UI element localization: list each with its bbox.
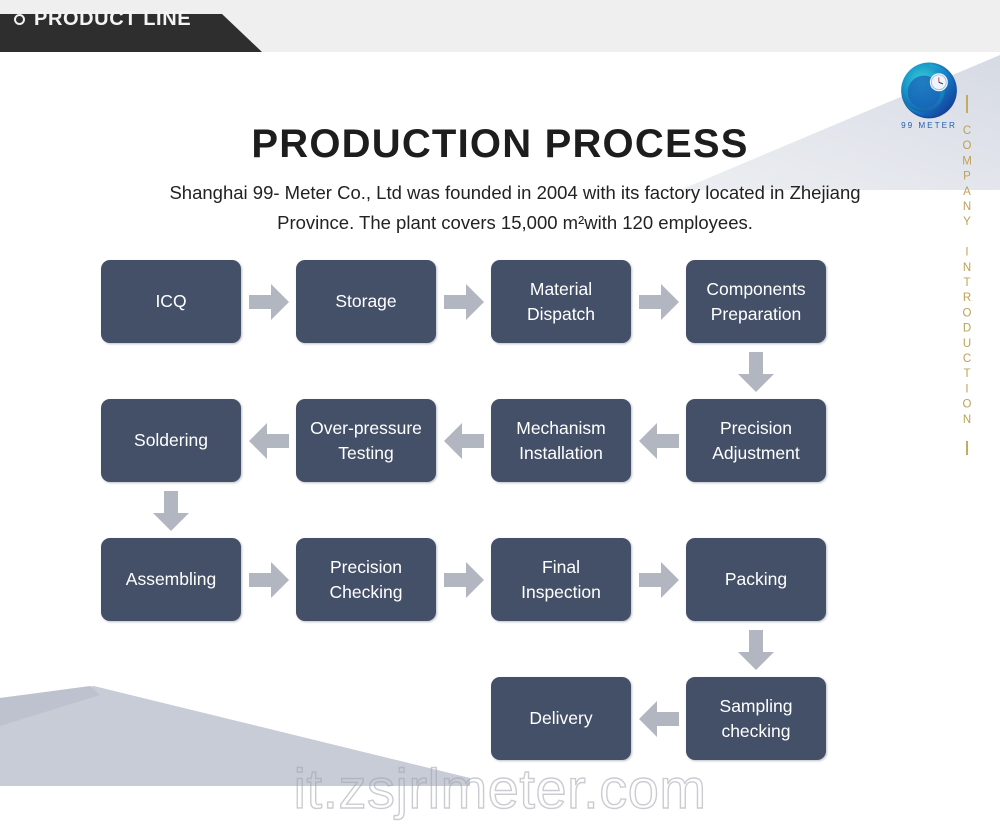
process-node-soldering[interactable]: Soldering — [101, 399, 241, 482]
flow-arrow-components-to-precision-adj — [738, 352, 774, 392]
process-node-label: Mechanism Installation — [516, 417, 606, 463]
process-node-label: Final Inspection — [521, 556, 601, 602]
process-node-storage[interactable]: Storage — [296, 260, 436, 343]
process-node-label: Material Dispatch — [526, 278, 596, 324]
flow-arrow-sampling-to-delivery — [639, 701, 679, 737]
flow-arrow-soldering-to-assembling — [153, 491, 189, 531]
flow-arrow-material-to-components — [639, 284, 679, 320]
process-node-final-insp[interactable]: Final Inspection — [491, 538, 631, 621]
flow-arrow-storage-to-material — [444, 284, 484, 320]
process-node-assembling[interactable]: Assembling — [101, 538, 241, 621]
process-node-label: ICQ — [155, 291, 187, 311]
flow-arrow-assembling-to-precision-chk — [249, 562, 289, 598]
process-node-components[interactable]: Components Preparation — [686, 260, 826, 343]
product-line-slide: PRODUCT LINE 99 METER COMPANY INTRODUCTI… — [0, 0, 1000, 832]
flow-arrow-icq-to-storage — [249, 284, 289, 320]
flow-arrow-overpressure-to-soldering — [249, 423, 289, 459]
process-node-precision-adj[interactable]: Precision Adjustment — [686, 399, 826, 482]
flow-arrow-packing-to-sampling — [738, 630, 774, 670]
production-process-flowchart: ICQ Storage Material Dispatch Components Pr… — [0, 0, 1000, 832]
flow-arrow-precision-adj-to-mechanism — [639, 423, 679, 459]
process-node-label: Sampling checking — [719, 695, 793, 741]
process-node-icq[interactable]: ICQ — [101, 260, 241, 343]
process-node-sampling[interactable]: Sampling checking — [686, 677, 826, 760]
process-node-label: Soldering — [134, 430, 208, 450]
process-node-packing[interactable]: Packing — [686, 538, 826, 621]
process-node-label: Over-pressure Testing — [310, 417, 422, 463]
process-node-label: Delivery — [529, 708, 593, 728]
process-node-mechanism[interactable]: Mechanism Installation — [491, 399, 631, 482]
process-node-delivery[interactable]: Delivery — [491, 677, 631, 760]
process-node-material[interactable]: Material Dispatch — [491, 260, 631, 343]
process-node-label: Storage — [335, 291, 397, 311]
process-node-label: Assembling — [125, 569, 217, 589]
process-node-precision-chk[interactable]: Precision Checking — [296, 538, 436, 621]
process-node-overpressure[interactable]: Over-pressure Testing — [296, 399, 436, 482]
site-watermark: it.zsjrlmeter.com — [293, 756, 707, 820]
process-node-label: Components Preparation — [706, 278, 806, 324]
flow-arrow-mechanism-to-overpressure — [444, 423, 484, 459]
flow-arrow-precision-chk-to-final — [444, 562, 484, 598]
flow-arrow-final-to-packing — [639, 562, 679, 598]
process-node-label: Precision Adjustment — [712, 417, 800, 463]
process-node-label: Precision Checking — [329, 556, 403, 602]
process-node-label: Packing — [724, 569, 788, 589]
